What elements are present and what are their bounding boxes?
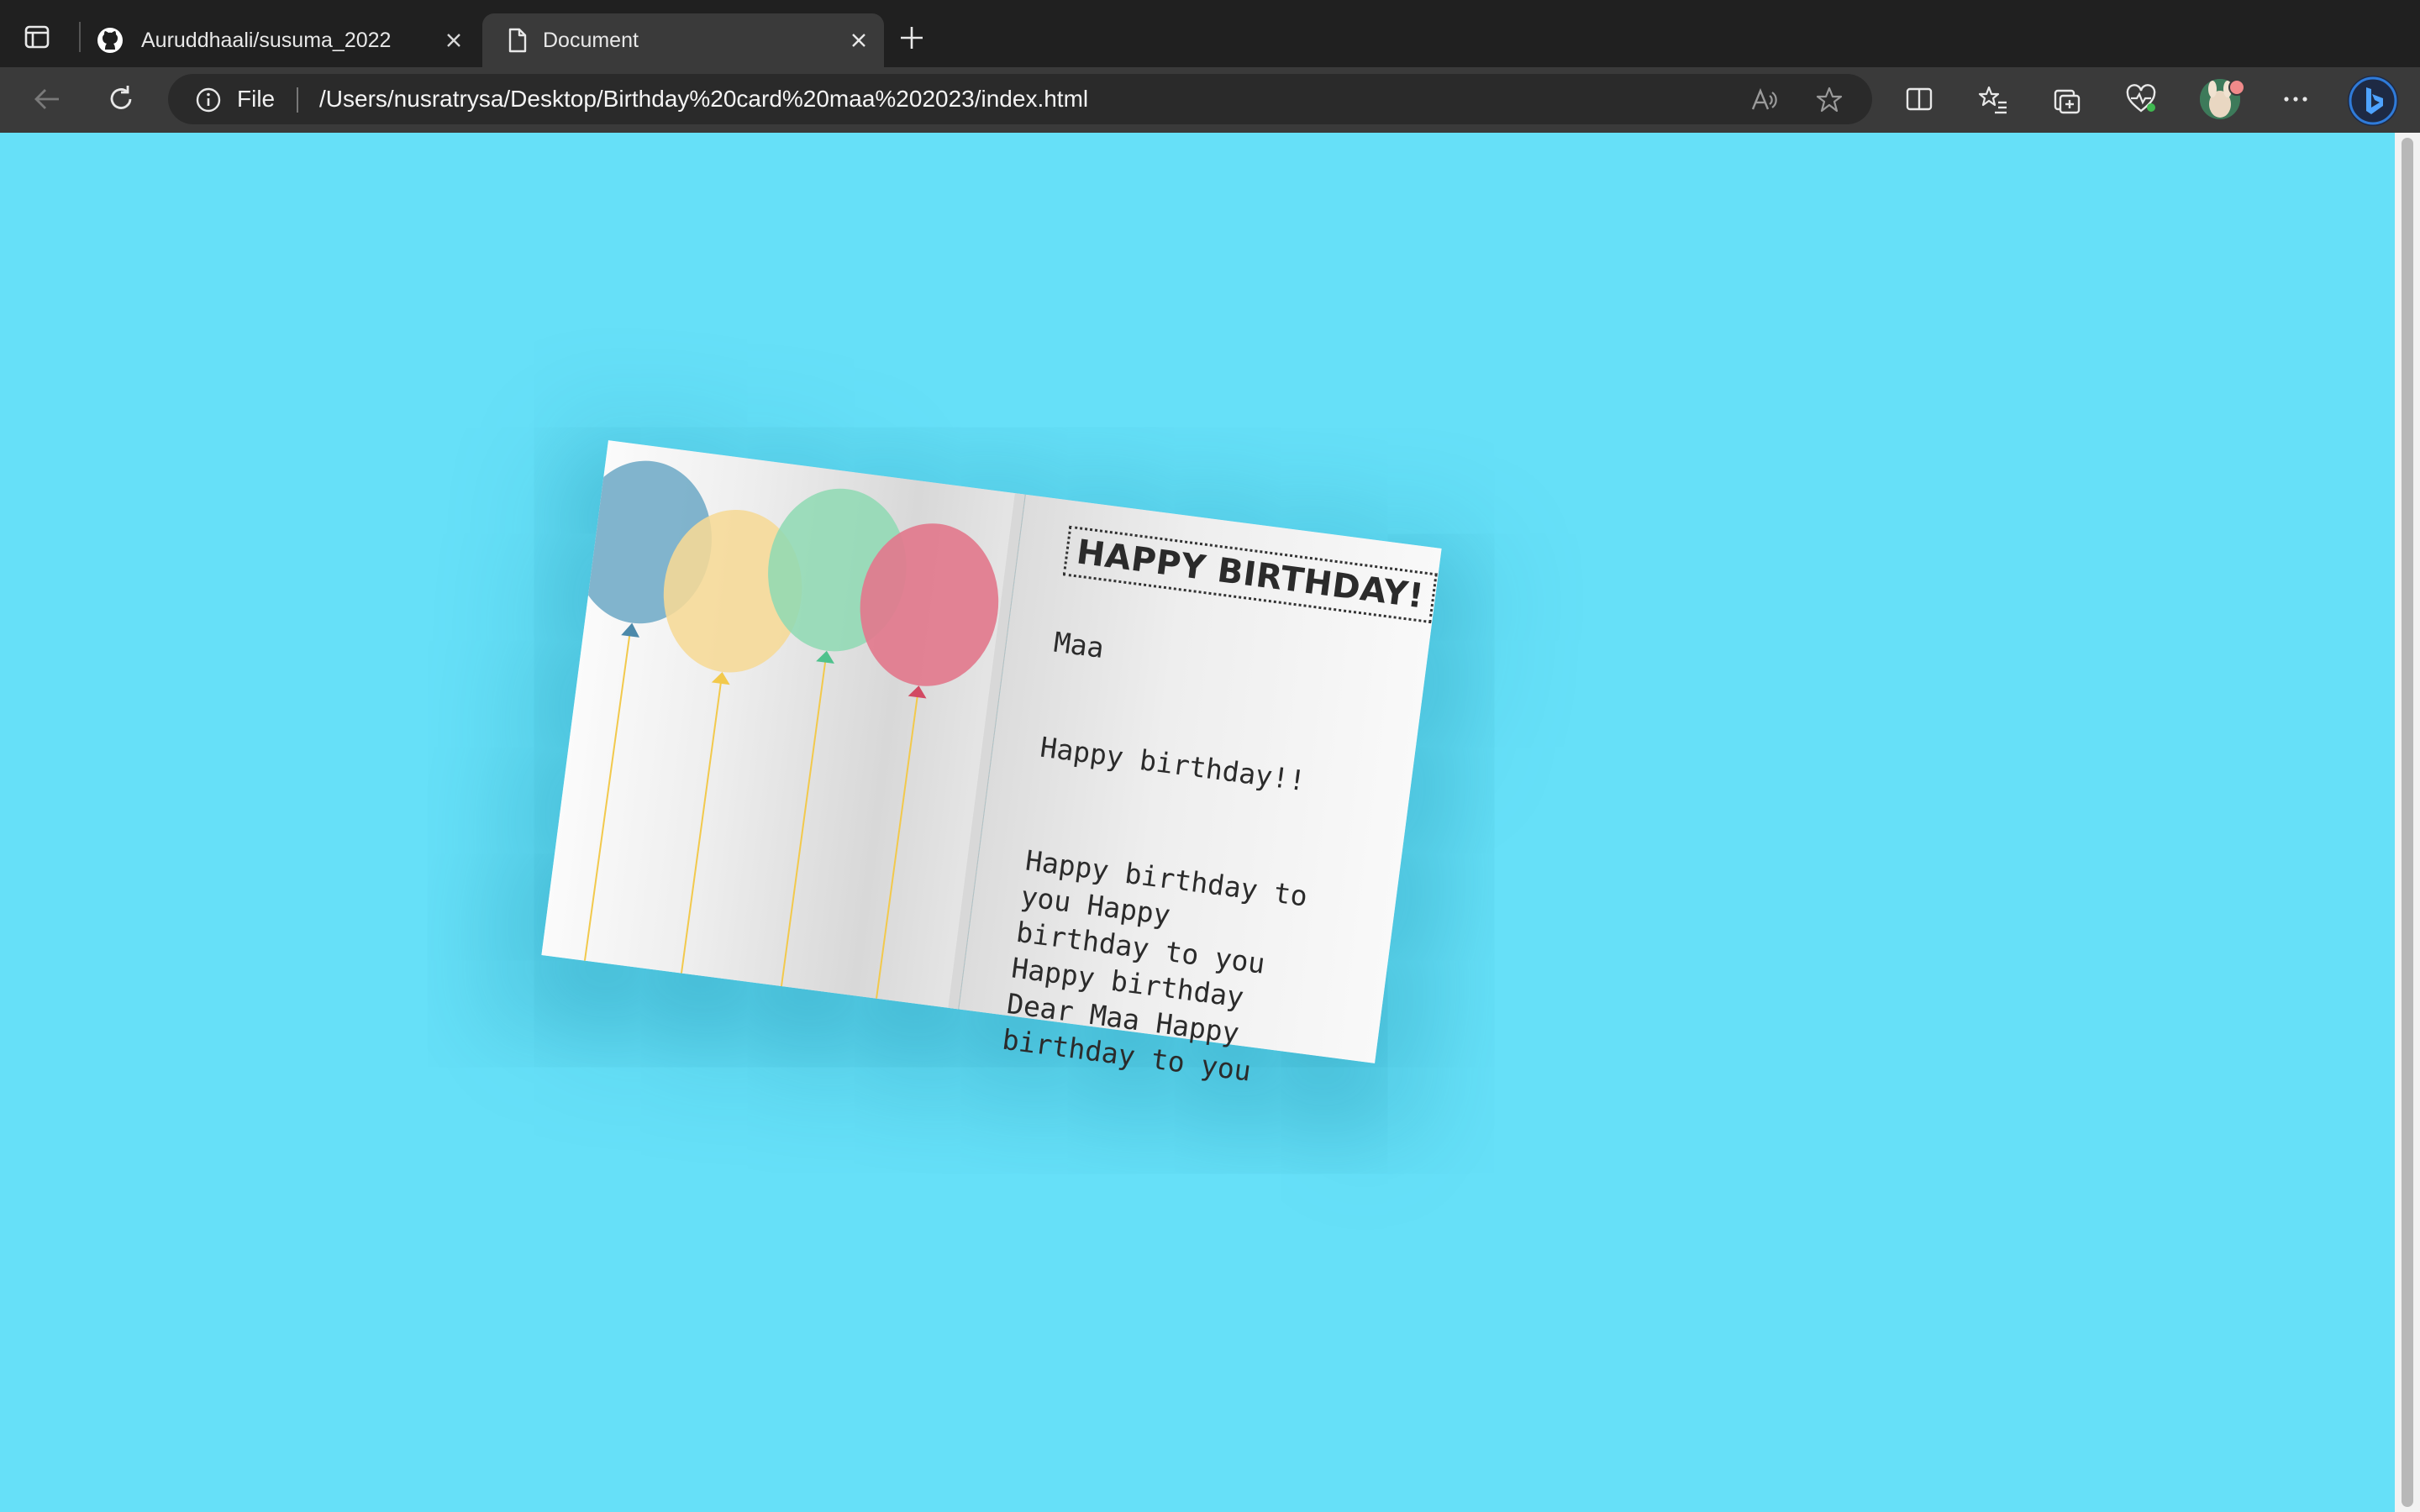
refresh-icon[interactable] (104, 82, 138, 116)
address-separator (297, 87, 298, 113)
document-icon (508, 28, 527, 53)
scheme-label: File (237, 86, 276, 112)
collections-icon[interactable] (2050, 82, 2084, 116)
info-icon[interactable] (195, 87, 222, 113)
card-wish: Happy birthday!! (1038, 730, 1308, 798)
close-icon[interactable] (442, 29, 466, 52)
back-icon[interactable] (30, 82, 64, 116)
address-bar[interactable]: File /Users/nusratrysa/Desktop/Birthday%… (168, 74, 1872, 124)
bing-copilot-button[interactable] (2348, 76, 2398, 126)
page-viewport: HAPPY BIRTHDAY! Maa Happy birthday!! Hap… (0, 133, 2395, 1512)
scrollbar-thumb[interactable] (2402, 138, 2413, 1507)
balloon-string (680, 678, 723, 974)
url-text[interactable]: /Users/nusratrysa/Desktop/Birthday%20car… (319, 86, 1088, 113)
balloon-knot (621, 622, 640, 638)
balloon-string (780, 660, 827, 987)
balloon-knot (816, 650, 834, 664)
tab-github[interactable]: Auruddhaali/susuma_2022 (84, 13, 479, 67)
balloons-illustration (573, 460, 1025, 1010)
tab-strip: Auruddhaali/susuma_2022 Document (0, 0, 2420, 67)
card-heading: HAPPY BIRTHDAY! (1062, 525, 1438, 624)
tab-document[interactable]: Document (482, 13, 884, 67)
favorite-star-icon[interactable] (1815, 86, 1844, 114)
tab-title: Document (543, 29, 639, 52)
birthday-card: HAPPY BIRTHDAY! Maa Happy birthday!! Hap… (541, 440, 1442, 1088)
balloon-knot (711, 671, 730, 685)
split-screen-icon[interactable] (1902, 82, 1936, 116)
new-tab-icon[interactable] (897, 24, 926, 52)
close-icon[interactable] (847, 29, 871, 52)
favorites-icon[interactable] (1976, 82, 2010, 116)
vertical-scrollbar[interactable] (2395, 133, 2420, 1512)
balloon-knot (908, 685, 927, 699)
card-left-panel (541, 440, 1025, 1010)
card-recipient-name: Maa (1051, 625, 1107, 665)
bing-icon (2349, 76, 2397, 125)
tab-actions-icon[interactable] (24, 24, 50, 50)
card-right-panel: HAPPY BIRTHDAY! Maa Happy birthday!! Hap… (958, 494, 1442, 1088)
browser-essentials-icon[interactable] (2124, 82, 2158, 116)
read-aloud-icon[interactable] (1749, 86, 1778, 114)
tab-divider (79, 22, 81, 52)
more-options-icon[interactable] (2279, 82, 2312, 116)
notification-dot (2228, 79, 2245, 96)
browser-toolbar: File /Users/nusratrysa/Desktop/Birthday%… (0, 67, 2420, 134)
balloon-string (583, 633, 631, 961)
card-song-lyrics: Happy birthday to you Happy birthday to … (1000, 843, 1310, 1088)
github-icon (97, 28, 123, 53)
balloon-string (876, 695, 918, 999)
tab-title: Auruddhaali/susuma_2022 (141, 29, 392, 52)
